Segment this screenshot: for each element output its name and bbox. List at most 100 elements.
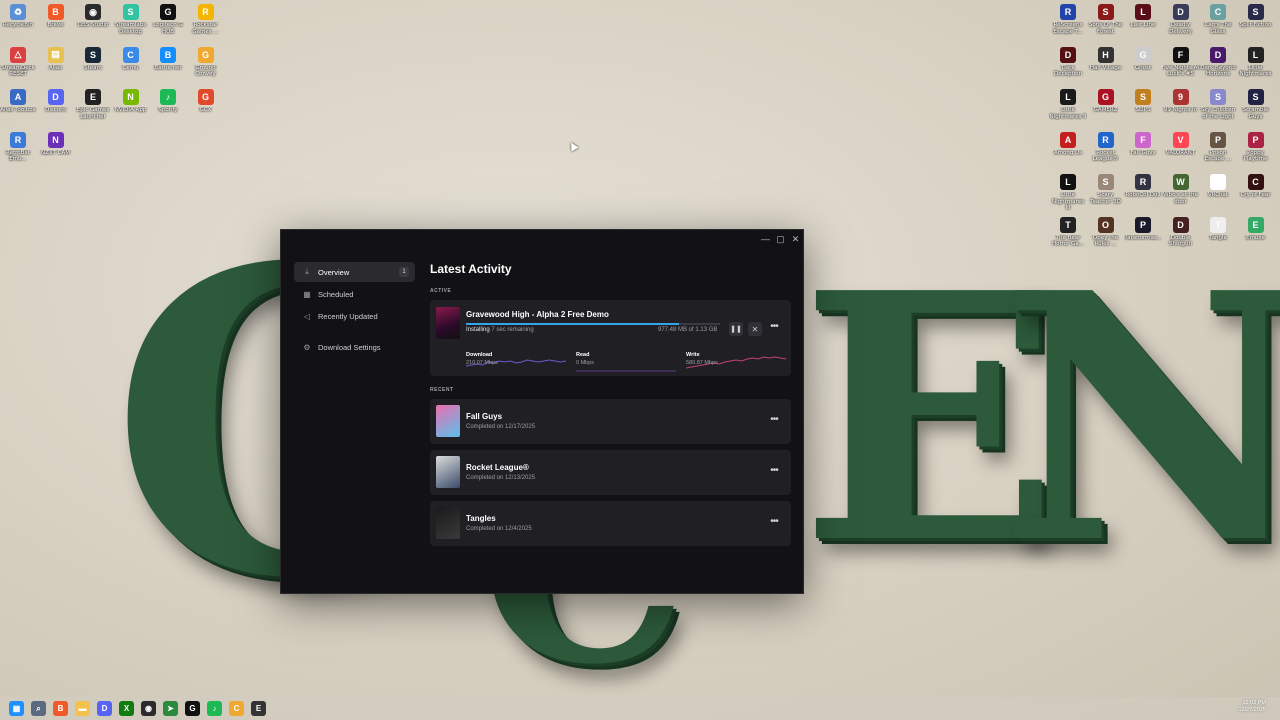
desktop-icon-label: Prison Escape ... — [1204, 149, 1232, 163]
downloads-main: Latest Activity ACTIVE Gravewood High - … — [430, 262, 791, 552]
desktop-icon[interactable]: O Obey the Rules ... — [1087, 216, 1125, 248]
desktop-icon[interactable]: D Dark Beyond Horizons — [1199, 46, 1237, 78]
desktop-icon[interactable]: ▤ Alias — [37, 46, 75, 72]
desktop-icon[interactable]: △ StreamDeck RESET — [0, 46, 37, 78]
desktop-icon[interactable]: 9 99 Nights In — [1162, 89, 1200, 114]
desktop-icon[interactable]: C Cry of Fear — [1237, 174, 1275, 199]
desktop-icon[interactable]: G GAMERZ — [1087, 89, 1125, 114]
desktop-icon[interactable]: F Fall Guys — [1124, 131, 1162, 157]
desktop-icon-label: Fall Guys — [1130, 149, 1156, 156]
close-button[interactable]: ✕ — [788, 230, 803, 248]
desktop-icon[interactable]: N NZXT CAM — [37, 131, 75, 157]
sidebar-item-recently-updated[interactable]: ◁ Recently Updated — [294, 306, 415, 326]
crunchy-taskbar-icon[interactable]: C — [229, 701, 244, 716]
desktop-icon-label: Battle.net — [154, 64, 182, 71]
desktop-icon[interactable]: A Among Us — [1049, 131, 1087, 157]
desktop-icon[interactable]: S Split Fiction — [1237, 4, 1275, 29]
desktop-icon[interactable]: E Epic Games Launcher — [74, 89, 112, 120]
desktop-icon-label: VRChat — [1207, 192, 1229, 198]
recent-item[interactable]: Rocket League® Completed on 12/13/2025 •… — [430, 450, 791, 495]
desktop-icon[interactable]: L Little Nightmares III — [1049, 174, 1087, 212]
desktop-icon[interactable]: W Who's at the door — [1162, 174, 1200, 205]
desktop-icon[interactable]: P Prison Escape ... — [1199, 131, 1237, 163]
app-icon: P — [1247, 131, 1264, 148]
start-button[interactable]: ▦ — [9, 701, 24, 716]
desktop-icon[interactable]: D Discord — [37, 89, 75, 114]
desktop-icon[interactable]: S Steam — [74, 46, 112, 72]
desktop-icon[interactable]: B Brave — [37, 4, 75, 29]
sidebar-item-download-settings[interactable]: ⚙ Download Settings — [294, 337, 415, 357]
more-options-button[interactable]: ••• — [767, 415, 781, 427]
megaphone-icon: ◁ — [303, 311, 311, 321]
desktop-icon-label: Logitech G HUB — [153, 22, 183, 35]
more-options-button[interactable]: ••• — [767, 466, 781, 478]
desktop-icon[interactable]: S Scary Teacher 3D — [1087, 174, 1125, 205]
maximize-button[interactable]: ▢ — [773, 230, 788, 248]
desktop-icon[interactable]: C Cemu — [112, 46, 150, 72]
desktop-icon[interactable]: S Streamlabs Desktop — [112, 4, 150, 35]
file-explorer-icon[interactable]: ▬ — [75, 701, 90, 716]
more-options-button[interactable]: ••• — [767, 322, 781, 334]
game-title: Tangles — [466, 514, 496, 523]
pause-button[interactable]: ❚❚ — [729, 322, 743, 336]
desktop-icon[interactable]: T The Bear Horror Ga... — [1049, 216, 1087, 248]
desktop-icon[interactable]: A Alias Toolbox — [0, 89, 37, 114]
app-icon: R — [1060, 4, 1076, 20]
desktop-icon[interactable]: D Dark Deception — [1049, 46, 1087, 78]
desktop-icon[interactable]: R ReScreens Escape T... — [1049, 4, 1087, 35]
desktop-icon[interactable]: ♪ Spotify — [149, 89, 187, 114]
desktop-icon[interactable]: S Scramble Guys — [1237, 89, 1275, 120]
xbox-taskbar-icon[interactable]: X — [119, 701, 134, 716]
sidebar-item-scheduled[interactable]: ▦ Scheduled — [294, 284, 415, 304]
desktop-icon[interactable]: V VALORANT — [1162, 131, 1200, 157]
desktop-icon[interactable]: E Emuxe — [1237, 216, 1275, 242]
recent-item[interactable]: Tangles Completed on 12/4/2025 ••• — [430, 501, 791, 546]
desktop-icon-label: Alias — [48, 64, 63, 71]
desktop-icon[interactable]: ◉ OBS Studio — [74, 4, 112, 29]
desktop-icon[interactable]: L Little Nightmares II — [1049, 89, 1087, 120]
desktop-icon-label: Carry The Glass — [1204, 22, 1232, 35]
desktop-icon[interactable]: G Logitech G HUB — [149, 4, 187, 35]
desktop-icon-label: Among Us — [1053, 149, 1083, 156]
stat-title: Read — [576, 352, 590, 358]
desktop-icon[interactable]: G Ghost — [1124, 46, 1162, 72]
desktop-icon-label: 99 Nights In — [1163, 107, 1198, 113]
desktop-icon[interactable]: P Poppy Playtime — [1237, 131, 1275, 163]
recent-item[interactable]: Fall Guys Completed on 12/17/2025 ••• — [430, 399, 791, 444]
desktop-icon[interactable]: L Little Nightmares — [1237, 46, 1275, 78]
brave-taskbar-icon[interactable]: B — [53, 701, 68, 716]
desktop-icon[interactable]: G GCX — [187, 89, 225, 114]
cancel-download-button[interactable]: ✕ — [748, 322, 762, 336]
desktop-icon[interactable]: ♻ RecycleBin — [0, 4, 37, 29]
desktop-icon[interactable]: L Last Line — [1124, 4, 1162, 29]
search-icon[interactable]: ⌕ — [31, 701, 46, 716]
desktop-icon[interactable]: V VRChat — [1199, 174, 1237, 199]
system-clock[interactable]: 12:03 PM 12/27/2025 — [1238, 700, 1266, 714]
desktop-icon[interactable]: R Rocket League® — [1087, 131, 1125, 163]
desktop-icon[interactable]: S Sons Of The Forest — [1087, 4, 1125, 35]
sidebar-item-overview[interactable]: ⤓ Overview 1 — [294, 262, 415, 282]
more-options-button[interactable]: ••• — [767, 517, 781, 529]
desktop-icon[interactable]: R Rockstar Games ... — [187, 4, 225, 35]
epic-taskbar-icon[interactable]: E — [251, 701, 266, 716]
desktop-icon[interactable]: S SLIPS — [1124, 89, 1162, 114]
desktop-icon[interactable]: D Double Shotgun — [1162, 216, 1200, 248]
discord-taskbar-icon[interactable]: D — [97, 701, 112, 716]
desktop-icon[interactable]: B Battle.net — [149, 46, 187, 72]
desktop-icon[interactable]: H Half Village — [1087, 46, 1125, 72]
desktop-icon[interactable]: N NVIDIA App — [112, 89, 150, 114]
spotify-taskbar-icon[interactable]: ♪ — [207, 701, 222, 716]
minimize-button[interactable]: — — [758, 230, 773, 248]
desktop-icon[interactable]: P Paranormas... — [1124, 216, 1162, 242]
desktop-icon[interactable]: R RoboCol Doll — [1124, 174, 1162, 199]
desktop-icon[interactable]: S Sky Children of the Light — [1199, 89, 1237, 120]
desktop-icon[interactable]: C Carry The Glass — [1199, 4, 1237, 35]
desktop-icon[interactable]: G Ground Convey — [187, 46, 225, 78]
launcher-taskbar-icon[interactable]: ➤ — [163, 701, 178, 716]
desktop-icon[interactable]: T Tangle — [1199, 216, 1237, 242]
logitech-taskbar-icon[interactable]: G — [185, 701, 200, 716]
obs-taskbar-icon[interactable]: ◉ — [141, 701, 156, 716]
desktop-icon[interactable]: F Five Nights At Luck's #5 — [1162, 46, 1200, 78]
desktop-icon[interactable]: D Deadly Delivery — [1162, 4, 1200, 35]
desktop-icon[interactable]: R RetroBat Emu... — [0, 131, 37, 163]
